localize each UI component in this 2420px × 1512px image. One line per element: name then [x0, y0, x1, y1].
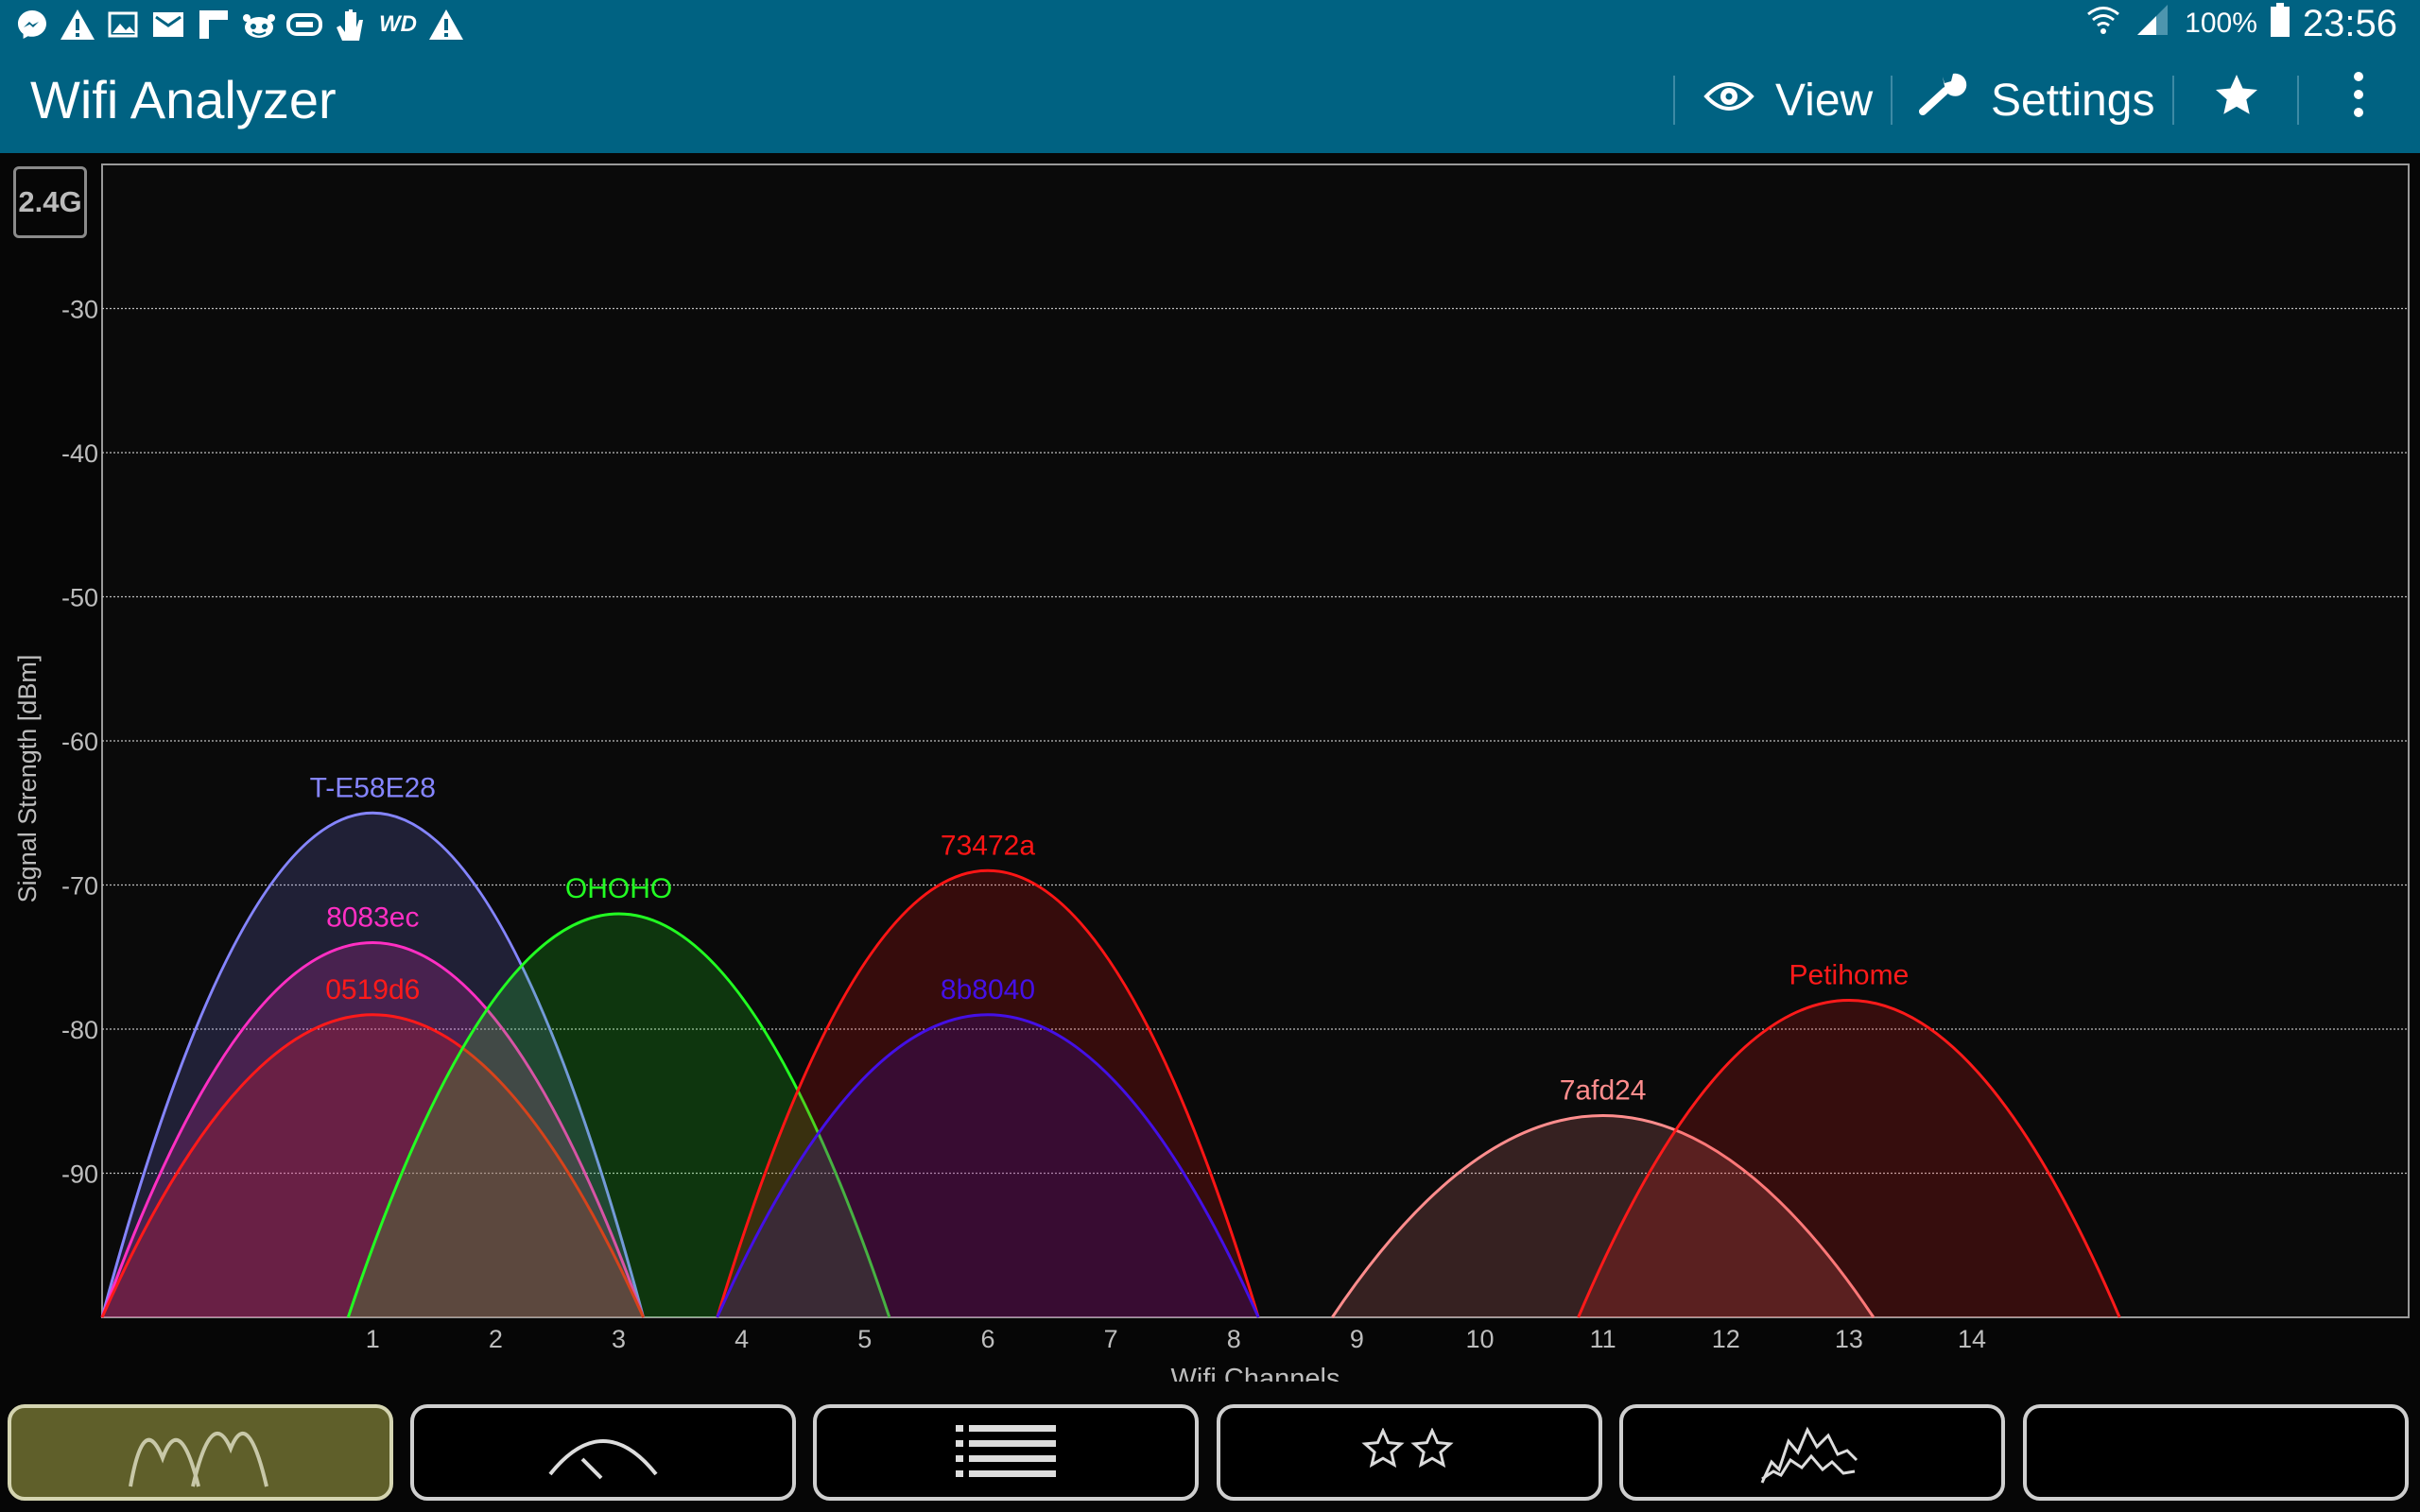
warning-icon: [427, 6, 465, 43]
x-tick-label: 6: [980, 1325, 994, 1353]
x-tick-label: 4: [735, 1325, 749, 1353]
network-label: 7afd24: [1560, 1075, 1647, 1107]
network-label: 8b8040: [941, 974, 1035, 1005]
x-tick-label: 14: [1958, 1325, 1986, 1353]
network-label: 0519d6: [325, 974, 420, 1005]
network-label: OHOHO: [565, 873, 672, 904]
meter-icon: [546, 1418, 660, 1488]
list-icon: [954, 1422, 1058, 1484]
divider: [1891, 76, 1893, 125]
action-bar: Wifi Analyzer View Settings: [0, 47, 2420, 153]
signal-icon: [2135, 3, 2171, 44]
channel-graph: -30-40-50-60-70-80-901 2 3 4 5 6 7 8 9 10 11 12 13 14…: [13, 163, 2410, 1382]
link-icon: [285, 6, 323, 43]
y-tick-label: -60: [61, 728, 98, 756]
bottom-tab-bar: [0, 1399, 2420, 1512]
stars-icon: [1360, 1426, 1459, 1478]
reddit-icon: [240, 6, 278, 43]
x-tick-label: 8: [1227, 1325, 1241, 1353]
more-vert-icon: [2353, 71, 2364, 129]
mail-icon: [149, 6, 187, 43]
eye-icon: [1703, 75, 1754, 127]
x-tick-label: 2: [489, 1325, 503, 1353]
wd-icon: WD: [379, 11, 417, 37]
channel-graph-icon: [125, 1411, 276, 1495]
x-tick-label: 3: [612, 1325, 626, 1353]
x-tick-label: 5: [857, 1325, 872, 1353]
band-toggle-button[interactable]: 2.4G: [13, 166, 87, 238]
time-graph-icon: [1760, 1413, 1864, 1493]
network-label: T-E58E28: [310, 772, 436, 803]
tab-signal-meter[interactable]: [410, 1404, 796, 1501]
x-tick-label: 7: [1104, 1325, 1118, 1353]
tab-channel-graph[interactable]: [8, 1404, 393, 1501]
y-tick-label: -50: [61, 584, 98, 612]
tab-empty[interactable]: [2023, 1404, 2409, 1501]
settings-label: Settings: [1991, 75, 2155, 126]
divider: [1673, 76, 1675, 125]
hand-icon: [331, 6, 369, 43]
settings-button[interactable]: Settings: [1917, 47, 2154, 153]
clock: 23:56: [2302, 2, 2397, 44]
star-icon: [2214, 73, 2259, 128]
app-title: Wifi Analyzer: [30, 70, 337, 129]
y-tick-label: -30: [61, 296, 98, 324]
warning-icon: [59, 6, 96, 43]
y-tick-label: -70: [61, 872, 98, 901]
y-tick-label: -80: [61, 1016, 98, 1044]
y-tick-label: -40: [61, 439, 98, 468]
x-tick-label: 1: [366, 1325, 380, 1353]
wrench-icon: [1917, 70, 1970, 130]
tab-ap-list[interactable]: [813, 1404, 1199, 1501]
x-tick-label: 9: [1350, 1325, 1364, 1353]
favorite-button[interactable]: [2214, 47, 2259, 153]
x-tick-label: 10: [1465, 1325, 1494, 1353]
x-tick-label: 12: [1712, 1325, 1740, 1353]
x-tick-label: 13: [1835, 1325, 1863, 1353]
notification-icons: WD: [13, 6, 465, 43]
view-button[interactable]: View: [1703, 47, 1873, 153]
status-bar: WD 100% 23:56: [0, 0, 2420, 47]
network-label: 8083ec: [326, 902, 419, 934]
view-label: View: [1775, 75, 1874, 126]
divider: [2172, 76, 2174, 125]
flipboard-icon: [195, 6, 233, 43]
tab-channel-rating[interactable]: [1217, 1404, 1602, 1501]
system-status: 100% 23:56: [2084, 0, 2397, 47]
battery-icon: [2270, 3, 2290, 44]
wifi-icon: [2084, 3, 2122, 44]
x-axis-label: Wifi Channels: [1171, 1364, 1340, 1382]
image-icon: [104, 6, 142, 43]
network-label: 73472a: [941, 830, 1035, 861]
divider: [2297, 76, 2299, 125]
messenger-icon: [13, 6, 51, 43]
tab-time-graph[interactable]: [1619, 1404, 2005, 1501]
x-tick-label: 11: [1590, 1325, 1616, 1353]
overflow-menu-button[interactable]: [2335, 47, 2382, 153]
y-tick-label: -90: [61, 1160, 98, 1189]
y-axis-label: Signal Strength [dBm]: [13, 655, 42, 903]
battery-percent: 100%: [2185, 8, 2257, 39]
network-label: Petihome: [1789, 960, 1910, 991]
